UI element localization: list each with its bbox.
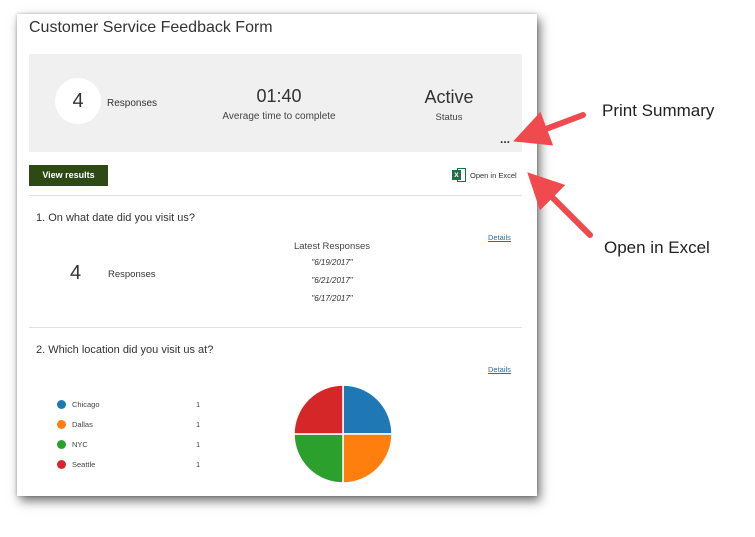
print-summary-arrow: [513, 111, 586, 146]
open-in-excel-callout: Open in Excel: [604, 238, 710, 257]
open-in-excel-arrow: [527, 172, 593, 238]
callout-arrows: [513, 111, 593, 238]
print-summary-callout: Print Summary: [602, 101, 715, 120]
